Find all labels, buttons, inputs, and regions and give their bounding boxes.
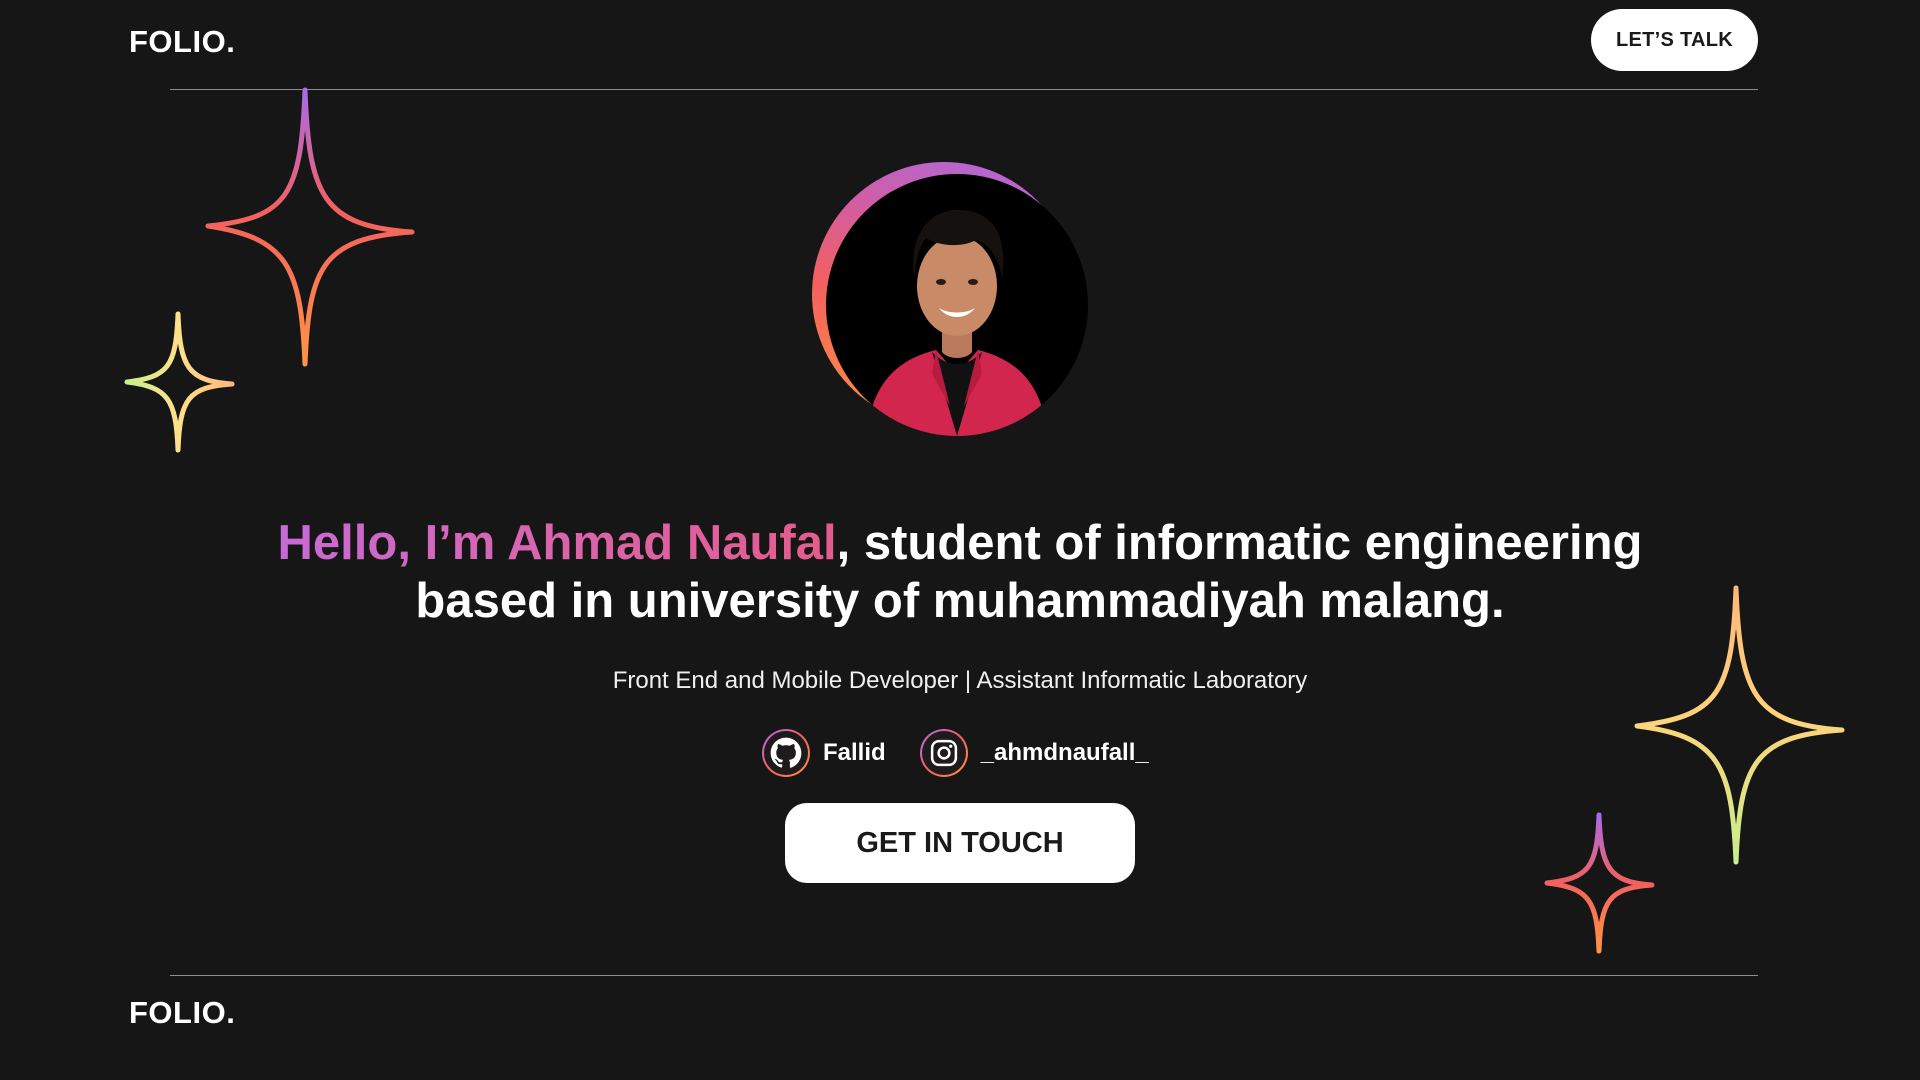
sparkle-small-left-icon	[124, 311, 235, 453]
get-in-touch-button[interactable]: GET IN TOUCH	[785, 803, 1135, 883]
headline-greeting: Hello, I’m Ahmad Naufal	[277, 516, 837, 570]
hero-subtitle: Front End and Mobile Developer | Assista…	[612, 667, 1308, 694]
instagram-icon-badge	[919, 729, 968, 777]
sparkle-large-left-icon	[205, 87, 415, 367]
portfolio-page: FOLIO. LET’S TALK Hello, I’m Ahmad Naufa…	[0, 0, 1920, 1080]
footer-logo[interactable]: FOLIO.	[129, 997, 235, 1028]
instagram-username: _ahmdnaufall_	[980, 739, 1149, 766]
github-icon-badge	[762, 729, 810, 777]
social-links: Fallid _ahmdnaufall_	[762, 726, 1149, 780]
profile-avatar	[812, 160, 1088, 436]
instagram-icon	[930, 739, 957, 767]
hero-headline: Hello, I’m Ahmad Naufal, student of info…	[160, 514, 1760, 630]
avatar-photo	[826, 174, 1088, 436]
headline-line1-rest: , student of informatic engineering	[836, 516, 1643, 570]
footer-divider	[170, 975, 1758, 976]
github-link[interactable]: Fallid	[762, 729, 886, 777]
headline-line2: based in university of muhammadiyah mala…	[415, 574, 1505, 628]
sparkle-small-right-icon	[1544, 812, 1655, 954]
lets-talk-button[interactable]: LET’S TALK	[1591, 9, 1758, 71]
github-username: Fallid	[823, 739, 886, 766]
instagram-link[interactable]: _ahmdnaufall_	[919, 729, 1149, 777]
site-logo[interactable]: FOLIO.	[129, 26, 235, 57]
person-portrait-icon	[866, 209, 1048, 436]
github-icon	[770, 737, 802, 768]
